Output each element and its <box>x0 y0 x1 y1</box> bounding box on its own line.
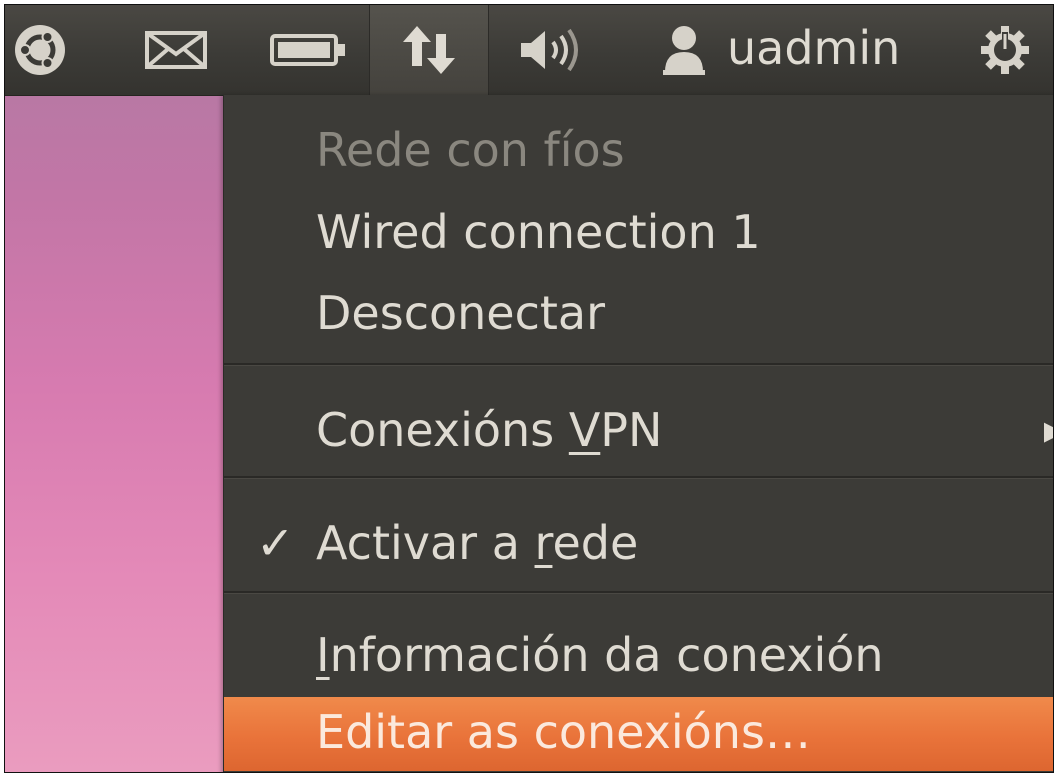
username-label[interactable]: uadmin <box>727 23 900 73</box>
volume-icon[interactable] <box>505 5 605 95</box>
menu-separator <box>224 363 1053 366</box>
wired-connection-1-item[interactable]: Wired connection 1 <box>224 202 1053 262</box>
edit-connections-item[interactable]: Editar as conexións… <box>224 697 1053 771</box>
connection-info-mnemonic: I <box>316 628 330 682</box>
submenu-arrow-icon: ▸ <box>1044 400 1053 460</box>
screen: uadmin Rede con fíos Wired connection 1 … <box>4 4 1054 773</box>
enable-network-mnemonic: r <box>534 516 553 570</box>
top-panel: uadmin <box>5 5 1053 96</box>
wired-network-header: Rede con fíos <box>316 123 625 177</box>
menu-separator <box>224 591 1053 594</box>
network-updown-icon[interactable] <box>369 5 489 95</box>
checkmark-icon: ✓ <box>256 516 295 570</box>
connection-info-label: nformación da conexión <box>329 628 884 682</box>
connection-information-item[interactable]: Información da conexión <box>224 625 1053 685</box>
enable-network-label-end: ede <box>552 516 639 570</box>
vpn-label-end: PN <box>600 403 663 457</box>
vpn-mnemonic: V <box>568 403 601 457</box>
network-menu: Rede con fíos Wired connection 1 Descone… <box>223 95 1053 772</box>
menu-separator <box>224 476 1053 479</box>
enable-network-item[interactable]: ✓ Activar a rede <box>224 513 1053 573</box>
ubuntu-logo-icon[interactable] <box>5 5 75 95</box>
disconnect-item[interactable]: Desconectar <box>224 283 1053 343</box>
enable-network-label-start: Activar a <box>316 516 535 570</box>
user-icon[interactable] <box>649 5 719 95</box>
power-icon[interactable] <box>965 5 1045 95</box>
battery-icon[interactable] <box>259 5 359 95</box>
vpn-connections-item[interactable]: Conexións VPN ▸ <box>224 400 1053 460</box>
mail-icon[interactable] <box>131 5 221 95</box>
vpn-label-start: Conexións <box>316 403 569 457</box>
